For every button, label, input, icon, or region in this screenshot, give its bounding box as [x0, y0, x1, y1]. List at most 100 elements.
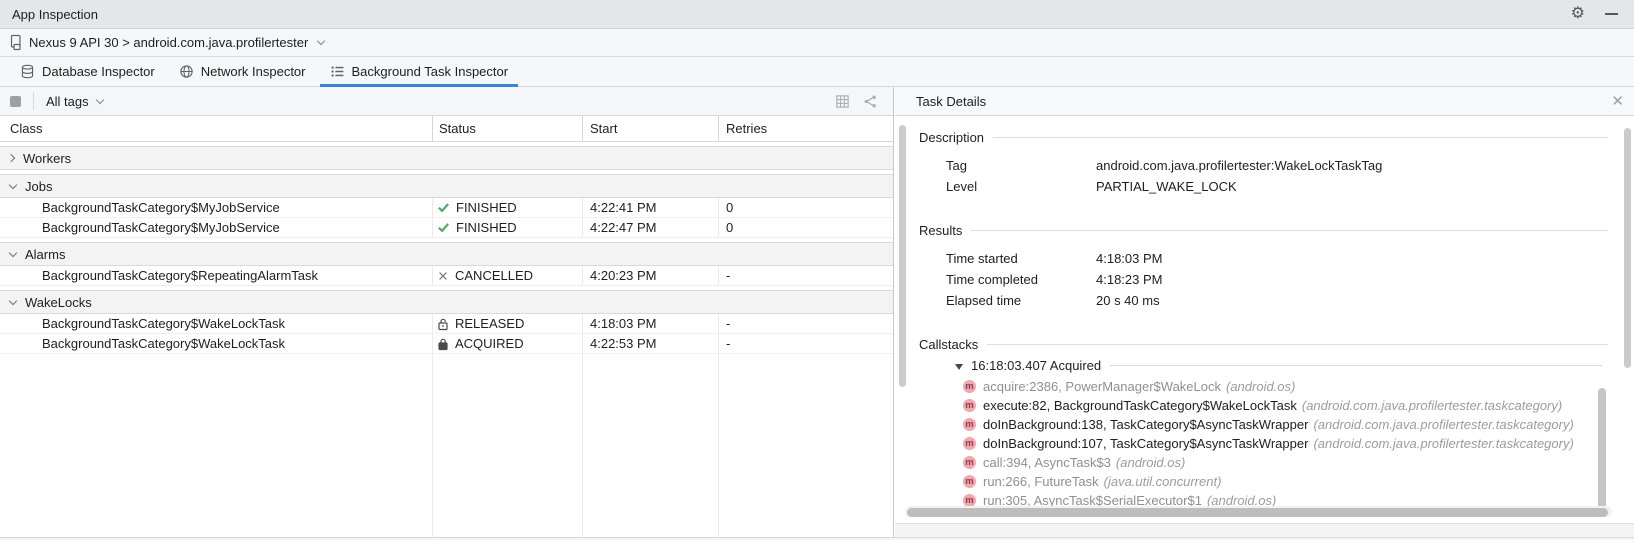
results-section-header: Results [919, 223, 1634, 238]
column-header-retries[interactable]: Retries [726, 116, 767, 141]
task-details-title: Task Details [916, 94, 986, 109]
cross-icon [437, 270, 449, 282]
horizontal-scrollbar-thumb[interactable] [907, 508, 1608, 517]
frame-text: call:394, AsyncTask$3 [983, 455, 1111, 470]
table-body: Workers Jobs BackgroundTaskCategory$MyJo… [0, 142, 893, 537]
column-divider [582, 116, 583, 141]
method-icon: m [963, 437, 976, 450]
cell-status: FINISHED [437, 218, 517, 237]
group-label: Jobs [25, 179, 52, 194]
frame-package: (android.os) [1116, 455, 1185, 470]
device-process-label: Nexus 9 API 30 > android.com.java.profil… [29, 35, 308, 50]
frame-text: doInBackground:138, TaskCategory$AsyncTa… [983, 417, 1308, 432]
tag-filter-dropdown[interactable]: All tags [46, 94, 89, 109]
cell-class: BackgroundTaskCategory$MyJobService [42, 198, 280, 217]
cell-class: BackgroundTaskCategory$RepeatingAlarmTas… [42, 266, 318, 285]
status-text: FINISHED [456, 220, 517, 235]
callstack-vertical-scrollbar[interactable] [1598, 388, 1606, 515]
group-label: Alarms [25, 247, 65, 262]
field-label: Time started [946, 251, 1096, 266]
stack-frame[interactable]: m doInBackground:138, TaskCategory$Async… [963, 415, 1634, 434]
frame-text: acquire:2386, PowerManager$WakeLock [983, 379, 1221, 394]
table-toolbar: All tags [0, 87, 893, 116]
cell-start: 4:18:03 PM [590, 314, 657, 333]
details-vertical-scrollbar[interactable] [1624, 128, 1631, 368]
group-row-workers[interactable]: Workers [0, 146, 893, 170]
chevron-down-icon [9, 248, 17, 256]
field-time-completed: Time completed 4:18:23 PM [919, 269, 1634, 290]
list-icon [330, 64, 345, 79]
lock-closed-icon [437, 337, 449, 351]
frame-text: doInBackground:107, TaskCategory$AsyncTa… [983, 436, 1308, 451]
table-view-icon[interactable] [835, 94, 850, 109]
group-row-jobs[interactable]: Jobs [0, 174, 893, 198]
stack-frame[interactable]: m run:266, FutureTask (java.util.concurr… [963, 472, 1634, 491]
table-row[interactable]: BackgroundTaskCategory$WakeLockTask ACQU… [0, 334, 893, 354]
stack-frame-list: m acquire:2386, PowerManager$WakeLock (a… [919, 377, 1634, 510]
check-icon [437, 201, 450, 214]
stack-frame[interactable]: m acquire:2386, PowerManager$WakeLock (a… [963, 377, 1634, 396]
status-text: FINISHED [456, 200, 517, 215]
stack-frame[interactable]: m call:394, AsyncTask$3 (android.os) [963, 453, 1634, 472]
titlebar: App Inspection ⚙ [0, 0, 1634, 29]
cell-class: BackgroundTaskCategory$WakeLockTask [42, 334, 285, 353]
device-phone-icon [10, 34, 23, 51]
frame-package: (android.com.java.profilertester.taskcat… [1313, 436, 1573, 451]
section-rule [1110, 365, 1602, 366]
cell-retries: - [726, 266, 730, 285]
column-header-class[interactable]: Class [10, 116, 43, 141]
group-row-alarms[interactable]: Alarms [0, 242, 893, 266]
field-value: 4:18:23 PM [1096, 272, 1163, 287]
cell-class: BackgroundTaskCategory$WakeLockTask [42, 314, 285, 333]
table-row[interactable]: BackgroundTaskCategory$MyJobService FINI… [0, 218, 893, 238]
column-header-status[interactable]: Status [439, 116, 476, 141]
chevron-down-icon[interactable] [95, 95, 103, 103]
group-label: Workers [23, 151, 71, 166]
group-label: WakeLocks [25, 295, 92, 310]
details-left-scrollbar[interactable] [899, 125, 906, 387]
minimize-icon[interactable] [1605, 13, 1618, 15]
group-row-wakelocks[interactable]: WakeLocks [0, 290, 893, 314]
tab-database-inspector[interactable]: Database Inspector [8, 57, 167, 86]
stack-frame[interactable]: m execute:82, BackgroundTaskCategory$Wak… [963, 396, 1634, 415]
cell-status: FINISHED [437, 198, 517, 217]
table-row[interactable]: BackgroundTaskCategory$MyJobService FINI… [0, 198, 893, 218]
close-icon[interactable]: ✕ [1611, 94, 1624, 109]
tab-network-inspector[interactable]: Network Inspector [167, 57, 318, 86]
callstacks-section-header: Callstacks [919, 337, 1634, 352]
column-divider [718, 116, 719, 141]
section-title: Description [919, 130, 984, 145]
tab-label: Database Inspector [42, 64, 155, 79]
description-section-header: Description [919, 130, 1634, 145]
field-label: Tag [946, 158, 1096, 173]
globe-icon [179, 64, 194, 79]
column-header-start[interactable]: Start [590, 116, 617, 141]
task-table-panel: All tags Class Status Start Retries [0, 87, 894, 537]
stack-frame[interactable]: m doInBackground:107, TaskCategory$Async… [963, 434, 1634, 453]
section-rule [987, 344, 1608, 345]
device-process-bar[interactable]: Nexus 9 API 30 > android.com.java.profil… [0, 29, 1634, 57]
tab-background-task-inspector[interactable]: Background Task Inspector [318, 57, 521, 86]
graph-view-icon[interactable] [862, 94, 877, 109]
cell-start: 4:22:53 PM [590, 334, 657, 353]
frame-package: (android.os) [1226, 379, 1295, 394]
gear-icon[interactable]: ⚙ [1571, 6, 1585, 22]
field-label: Time completed [946, 272, 1096, 287]
table-row[interactable]: BackgroundTaskCategory$WakeLockTask RELE… [0, 314, 893, 334]
stop-inspection-icon[interactable] [10, 96, 21, 107]
section-rule [971, 230, 1608, 231]
status-text: CANCELLED [455, 268, 533, 283]
task-details-panel: Task Details ✕ Description Tag android.c… [895, 87, 1634, 537]
field-time-started: Time started 4:18:03 PM [919, 248, 1634, 269]
callstack-entry[interactable]: 16:18:03.407 Acquired [955, 358, 1634, 373]
field-label: Elapsed time [946, 293, 1096, 308]
table-header: Class Status Start Retries [0, 116, 893, 142]
inspector-tabbar: Database Inspector Network Inspector Bac… [0, 57, 1634, 87]
toolbar-separator [33, 92, 34, 110]
cell-status: ACQUIRED [437, 334, 524, 353]
callstack-entry-title: 16:18:03.407 Acquired [971, 358, 1101, 373]
field-label: Level [946, 179, 1096, 194]
table-row[interactable]: BackgroundTaskCategory$RepeatingAlarmTas… [0, 266, 893, 286]
cell-start: 4:22:47 PM [590, 218, 657, 237]
tab-label: Network Inspector [201, 64, 306, 79]
